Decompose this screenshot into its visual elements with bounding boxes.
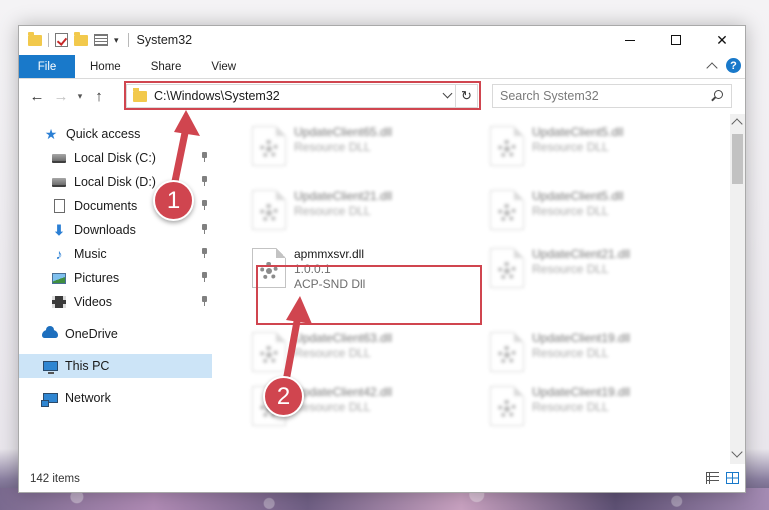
arrow-2-head [286, 296, 312, 324]
step-2-badge: 2 [263, 376, 304, 417]
step-1-badge: 1 [153, 180, 194, 221]
arrow-1-head [174, 110, 200, 136]
annotation-arrows [168, 110, 312, 396]
